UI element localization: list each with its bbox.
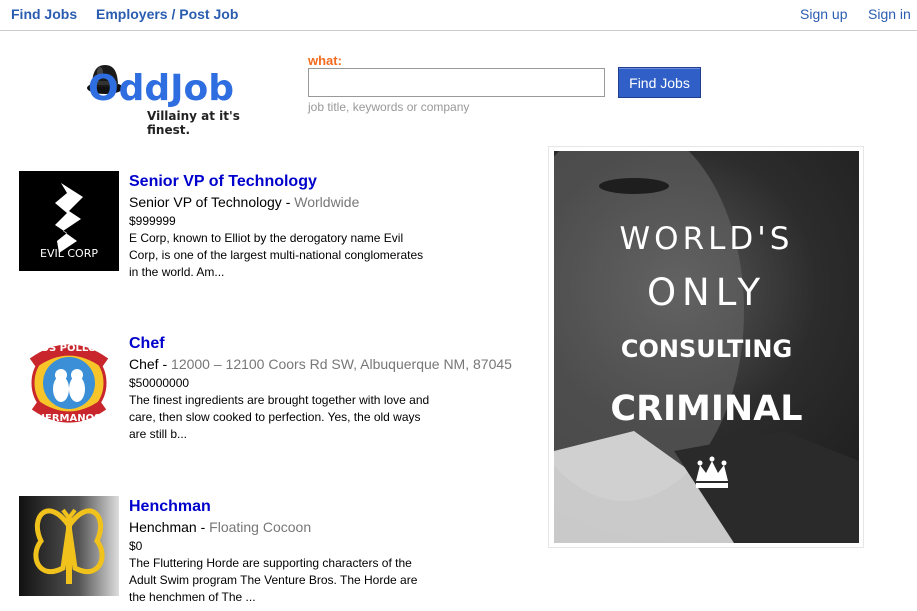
los-pollos-hermanos-logo[interactable]: LOS POLLOS HERMANOS xyxy=(19,333,119,433)
evil-corp-logo[interactable]: EVIL CORP xyxy=(19,171,119,271)
job-role: Chef xyxy=(129,356,159,372)
los-pollos-logo-bottom-text: HERMANOS xyxy=(36,413,102,424)
job-title-link[interactable]: Henchman xyxy=(129,498,211,516)
nav-employers-link[interactable]: Employers / Post Job xyxy=(96,6,238,22)
job-subtitle: Chef - 12000 – 12100 Coors Rd SW, Albuqu… xyxy=(129,356,512,372)
ad-line-only: ONLY xyxy=(646,271,767,314)
job-description: The finest ingredients are brought toget… xyxy=(129,393,430,441)
job-salary: $0 xyxy=(129,539,143,553)
search-label: what: xyxy=(308,53,342,68)
advertisement-banner[interactable]: WORLD'S ONLY CONSULTING CRIMINAL xyxy=(548,146,864,548)
ad-poster-image: WORLD'S ONLY CONSULTING CRIMINAL xyxy=(554,151,859,543)
job-role: Senior VP of Technology xyxy=(129,194,282,210)
logo-wordmark: OddJob xyxy=(88,68,235,109)
ad-line-consulting: CONSULTING xyxy=(620,335,793,363)
nav-sign-in-link[interactable]: Sign in xyxy=(868,6,911,22)
job-location: Floating Cocoon xyxy=(209,519,312,535)
search-hint: job title, keywords or company xyxy=(308,100,470,114)
job-description: The Fluttering Horde are supporting char… xyxy=(129,556,418,604)
ad-line-worlds: WORLD'S xyxy=(619,221,794,257)
los-pollos-logo-top-text: LOS POLLOS xyxy=(34,343,104,354)
nav-find-jobs-link[interactable]: Find Jobs xyxy=(11,6,77,22)
job-location: 12000 – 12100 Coors Rd SW, Albuquerque N… xyxy=(171,356,512,372)
job-role: Henchman xyxy=(129,519,197,535)
job-salary: $999999 xyxy=(129,214,176,228)
monarch-henchmen-logo[interactable] xyxy=(19,496,119,596)
crown-icon xyxy=(696,456,728,488)
logo-tagline: Villainy at it's finest. xyxy=(147,109,240,137)
job-title-link[interactable]: Chef xyxy=(129,335,165,353)
nav-sign-up-link[interactable]: Sign up xyxy=(800,6,847,22)
job-subtitle: Henchman - Floating Cocoon xyxy=(129,519,312,535)
find-jobs-button[interactable]: Find Jobs xyxy=(618,67,701,98)
job-title-link[interactable]: Senior VP of Technology xyxy=(129,173,317,191)
evil-corp-logo-text: EVIL CORP xyxy=(40,247,98,260)
job-subtitle: Senior VP of Technology - Worldwide xyxy=(129,194,360,210)
ad-line-criminal: CRIMINAL xyxy=(610,389,803,429)
top-nav-bar: Find Jobs Employers / Post Job Sign up S… xyxy=(0,0,917,31)
site-logo[interactable]: OddJob Villainy at it's finest. xyxy=(86,62,271,137)
job-location: Worldwide xyxy=(294,194,360,210)
butterfly-icon xyxy=(33,508,105,584)
job-salary: $50000000 xyxy=(129,376,190,390)
search-input[interactable] xyxy=(308,68,605,97)
job-description: E Corp, known to Elliot by the derogator… xyxy=(129,231,424,279)
